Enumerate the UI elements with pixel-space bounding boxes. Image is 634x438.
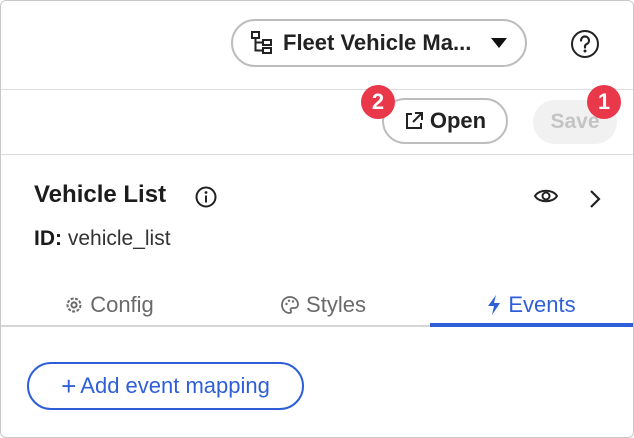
open-button-label: Open: [429, 108, 487, 133]
chevron-right-icon[interactable]: [588, 189, 602, 209]
tab-styles-label: Styles: [306, 292, 366, 317]
component-id-label: ID:: [34, 227, 62, 250]
active-tab-indicator: [430, 323, 633, 327]
dataset-selector[interactable]: Fleet Vehicle Ma...: [231, 19, 527, 67]
add-event-mapping-label: Add event mapping: [80, 373, 270, 398]
tab-bar: Config Styles Events: [1, 283, 633, 327]
plus-icon: +: [61, 371, 77, 401]
help-icon[interactable]: [570, 29, 600, 59]
component-id: ID: vehicle_list: [34, 227, 171, 251]
tree-icon: [251, 31, 272, 54]
component-id-value: vehicle_list: [67, 227, 171, 250]
info-icon[interactable]: [195, 186, 217, 208]
component-title: Vehicle List: [34, 181, 167, 208]
tab-config-label: Config: [90, 292, 154, 317]
panel-frame: Fleet Vehicle Ma... Open Save 1 2 Vehicl…: [0, 0, 634, 438]
caret-down-icon: [491, 38, 507, 48]
tab-styles[interactable]: Styles: [217, 283, 429, 327]
lightning-icon: [488, 295, 501, 315]
gear-icon: [66, 297, 82, 313]
tab-config[interactable]: Config: [1, 283, 217, 327]
add-event-mapping-button[interactable]: + Add event mapping: [27, 362, 304, 410]
dataset-selector-label: Fleet Vehicle Ma...: [283, 30, 472, 55]
tab-events-label: Events: [508, 292, 576, 317]
external-link-icon: [405, 112, 423, 129]
palette-icon: [281, 296, 299, 314]
tab-events[interactable]: Events: [429, 283, 633, 327]
badge-open: 2: [361, 85, 395, 119]
badge-save: 1: [587, 85, 621, 119]
open-button[interactable]: Open: [382, 98, 508, 144]
eye-icon[interactable]: [534, 187, 558, 205]
